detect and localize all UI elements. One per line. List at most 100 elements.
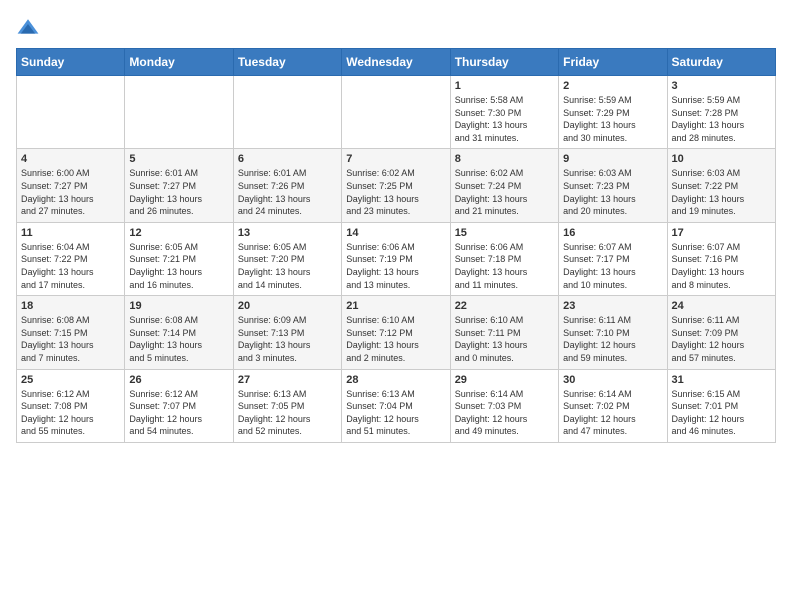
day-info: Sunrise: 6:07 AM Sunset: 7:16 PM Dayligh…: [672, 241, 771, 291]
calendar-week-row: 18Sunrise: 6:08 AM Sunset: 7:15 PM Dayli…: [17, 296, 776, 369]
calendar-header-monday: Monday: [125, 49, 233, 76]
calendar-cell: 16 Sunrise: 6:07 AM Sunset: 7:17 PM Dayli…: [559, 222, 667, 295]
calendar-header-saturday: Saturday: [667, 49, 775, 76]
day-number: 22: [455, 300, 554, 312]
calendar-cell: [233, 76, 341, 149]
page-header: [16, 16, 776, 40]
day-info: Sunrise: 6:01 AM Sunset: 7:27 PM Dayligh…: [129, 167, 228, 217]
calendar-table: SundayMondayTuesdayWednesdayThursdayFrid…: [16, 48, 776, 443]
day-info: Sunrise: 6:14 AM Sunset: 7:02 PM Dayligh…: [563, 388, 662, 438]
day-number: 8: [455, 153, 554, 165]
day-number: 2: [563, 80, 662, 92]
day-number: 9: [563, 153, 662, 165]
day-number: 23: [563, 300, 662, 312]
day-info: Sunrise: 6:15 AM Sunset: 7:01 PM Dayligh…: [672, 388, 771, 438]
day-info: Sunrise: 5:58 AM Sunset: 7:30 PM Dayligh…: [455, 94, 554, 144]
day-number: 11: [21, 227, 120, 239]
day-info: Sunrise: 6:09 AM Sunset: 7:13 PM Dayligh…: [238, 314, 337, 364]
calendar-header-sunday: Sunday: [17, 49, 125, 76]
calendar-cell: 3 Sunrise: 5:59 AM Sunset: 7:28 PM Daylig…: [667, 76, 775, 149]
day-number: 10: [672, 153, 771, 165]
calendar-cell: 9 Sunrise: 6:03 AM Sunset: 7:23 PM Daylig…: [559, 149, 667, 222]
day-info: Sunrise: 6:03 AM Sunset: 7:23 PM Dayligh…: [563, 167, 662, 217]
day-info: Sunrise: 6:10 AM Sunset: 7:11 PM Dayligh…: [455, 314, 554, 364]
calendar-cell: 11 Sunrise: 6:04 AM Sunset: 7:22 PM Dayli…: [17, 222, 125, 295]
calendar-cell: 17 Sunrise: 6:07 AM Sunset: 7:16 PM Dayli…: [667, 222, 775, 295]
calendar-header-tuesday: Tuesday: [233, 49, 341, 76]
calendar-cell: 26 Sunrise: 6:12 AM Sunset: 7:07 PM Dayli…: [125, 369, 233, 442]
day-info: Sunrise: 6:07 AM Sunset: 7:17 PM Dayligh…: [563, 241, 662, 291]
day-number: 14: [346, 227, 445, 239]
day-info: Sunrise: 6:02 AM Sunset: 7:25 PM Dayligh…: [346, 167, 445, 217]
day-number: 4: [21, 153, 120, 165]
calendar-cell: 13 Sunrise: 6:05 AM Sunset: 7:20 PM Dayli…: [233, 222, 341, 295]
calendar-week-row: 25Sunrise: 6:12 AM Sunset: 7:08 PM Dayli…: [17, 369, 776, 442]
calendar-cell: 25Sunrise: 6:12 AM Sunset: 7:08 PM Dayli…: [17, 369, 125, 442]
day-info: Sunrise: 6:01 AM Sunset: 7:26 PM Dayligh…: [238, 167, 337, 217]
day-info: Sunrise: 6:06 AM Sunset: 7:19 PM Dayligh…: [346, 241, 445, 291]
day-info: Sunrise: 6:08 AM Sunset: 7:15 PM Dayligh…: [21, 314, 120, 364]
calendar-cell: 14 Sunrise: 6:06 AM Sunset: 7:19 PM Dayli…: [342, 222, 450, 295]
logo-icon: [16, 16, 40, 40]
calendar-cell: 28 Sunrise: 6:13 AM Sunset: 7:04 PM Dayli…: [342, 369, 450, 442]
calendar-cell: 22 Sunrise: 6:10 AM Sunset: 7:11 PM Dayli…: [450, 296, 558, 369]
day-number: 5: [129, 153, 228, 165]
day-info: Sunrise: 6:12 AM Sunset: 7:07 PM Dayligh…: [129, 388, 228, 438]
day-number: 28: [346, 374, 445, 386]
calendar-header-row: SundayMondayTuesdayWednesdayThursdayFrid…: [17, 49, 776, 76]
calendar-cell: 31 Sunrise: 6:15 AM Sunset: 7:01 PM Dayli…: [667, 369, 775, 442]
calendar-header-thursday: Thursday: [450, 49, 558, 76]
calendar-cell: 10 Sunrise: 6:03 AM Sunset: 7:22 PM Dayli…: [667, 149, 775, 222]
day-info: Sunrise: 6:13 AM Sunset: 7:05 PM Dayligh…: [238, 388, 337, 438]
calendar-header-friday: Friday: [559, 49, 667, 76]
day-info: Sunrise: 6:05 AM Sunset: 7:21 PM Dayligh…: [129, 241, 228, 291]
day-number: 1: [455, 80, 554, 92]
calendar-cell: 15 Sunrise: 6:06 AM Sunset: 7:18 PM Dayli…: [450, 222, 558, 295]
calendar-cell: 8Sunrise: 6:02 AM Sunset: 7:24 PM Daylig…: [450, 149, 558, 222]
day-info: Sunrise: 5:59 AM Sunset: 7:28 PM Dayligh…: [672, 94, 771, 144]
day-number: 7: [346, 153, 445, 165]
day-info: Sunrise: 6:11 AM Sunset: 7:09 PM Dayligh…: [672, 314, 771, 364]
day-number: 16: [563, 227, 662, 239]
day-number: 19: [129, 300, 228, 312]
day-info: Sunrise: 6:05 AM Sunset: 7:20 PM Dayligh…: [238, 241, 337, 291]
calendar-cell: [125, 76, 233, 149]
day-info: Sunrise: 6:06 AM Sunset: 7:18 PM Dayligh…: [455, 241, 554, 291]
calendar-cell: [342, 76, 450, 149]
day-number: 26: [129, 374, 228, 386]
calendar-cell: 18Sunrise: 6:08 AM Sunset: 7:15 PM Dayli…: [17, 296, 125, 369]
day-info: Sunrise: 6:11 AM Sunset: 7:10 PM Dayligh…: [563, 314, 662, 364]
calendar-cell: 1 Sunrise: 5:58 AM Sunset: 7:30 PM Daylig…: [450, 76, 558, 149]
day-info: Sunrise: 6:03 AM Sunset: 7:22 PM Dayligh…: [672, 167, 771, 217]
calendar-cell: 5 Sunrise: 6:01 AM Sunset: 7:27 PM Daylig…: [125, 149, 233, 222]
day-number: 3: [672, 80, 771, 92]
day-number: 12: [129, 227, 228, 239]
day-info: Sunrise: 6:04 AM Sunset: 7:22 PM Dayligh…: [21, 241, 120, 291]
day-number: 13: [238, 227, 337, 239]
day-info: Sunrise: 6:10 AM Sunset: 7:12 PM Dayligh…: [346, 314, 445, 364]
calendar-week-row: 4 Sunrise: 6:00 AM Sunset: 7:27 PM Daylig…: [17, 149, 776, 222]
calendar-cell: 4 Sunrise: 6:00 AM Sunset: 7:27 PM Daylig…: [17, 149, 125, 222]
calendar-cell: 12 Sunrise: 6:05 AM Sunset: 7:21 PM Dayli…: [125, 222, 233, 295]
calendar-cell: 24 Sunrise: 6:11 AM Sunset: 7:09 PM Dayli…: [667, 296, 775, 369]
day-number: 27: [238, 374, 337, 386]
day-number: 31: [672, 374, 771, 386]
day-number: 25: [21, 374, 120, 386]
day-number: 17: [672, 227, 771, 239]
calendar-cell: 7 Sunrise: 6:02 AM Sunset: 7:25 PM Daylig…: [342, 149, 450, 222]
day-info: Sunrise: 6:14 AM Sunset: 7:03 PM Dayligh…: [455, 388, 554, 438]
calendar-week-row: 1 Sunrise: 5:58 AM Sunset: 7:30 PM Daylig…: [17, 76, 776, 149]
day-number: 20: [238, 300, 337, 312]
calendar-cell: 21Sunrise: 6:10 AM Sunset: 7:12 PM Dayli…: [342, 296, 450, 369]
calendar-week-row: 11 Sunrise: 6:04 AM Sunset: 7:22 PM Dayli…: [17, 222, 776, 295]
calendar-cell: [17, 76, 125, 149]
calendar-cell: 29Sunrise: 6:14 AM Sunset: 7:03 PM Dayli…: [450, 369, 558, 442]
day-info: Sunrise: 6:13 AM Sunset: 7:04 PM Dayligh…: [346, 388, 445, 438]
day-number: 24: [672, 300, 771, 312]
day-number: 15: [455, 227, 554, 239]
day-number: 30: [563, 374, 662, 386]
calendar-cell: 20 Sunrise: 6:09 AM Sunset: 7:13 PM Dayli…: [233, 296, 341, 369]
calendar-cell: 2Sunrise: 5:59 AM Sunset: 7:29 PM Daylig…: [559, 76, 667, 149]
day-info: Sunrise: 6:00 AM Sunset: 7:27 PM Dayligh…: [21, 167, 120, 217]
calendar-header-wednesday: Wednesday: [342, 49, 450, 76]
